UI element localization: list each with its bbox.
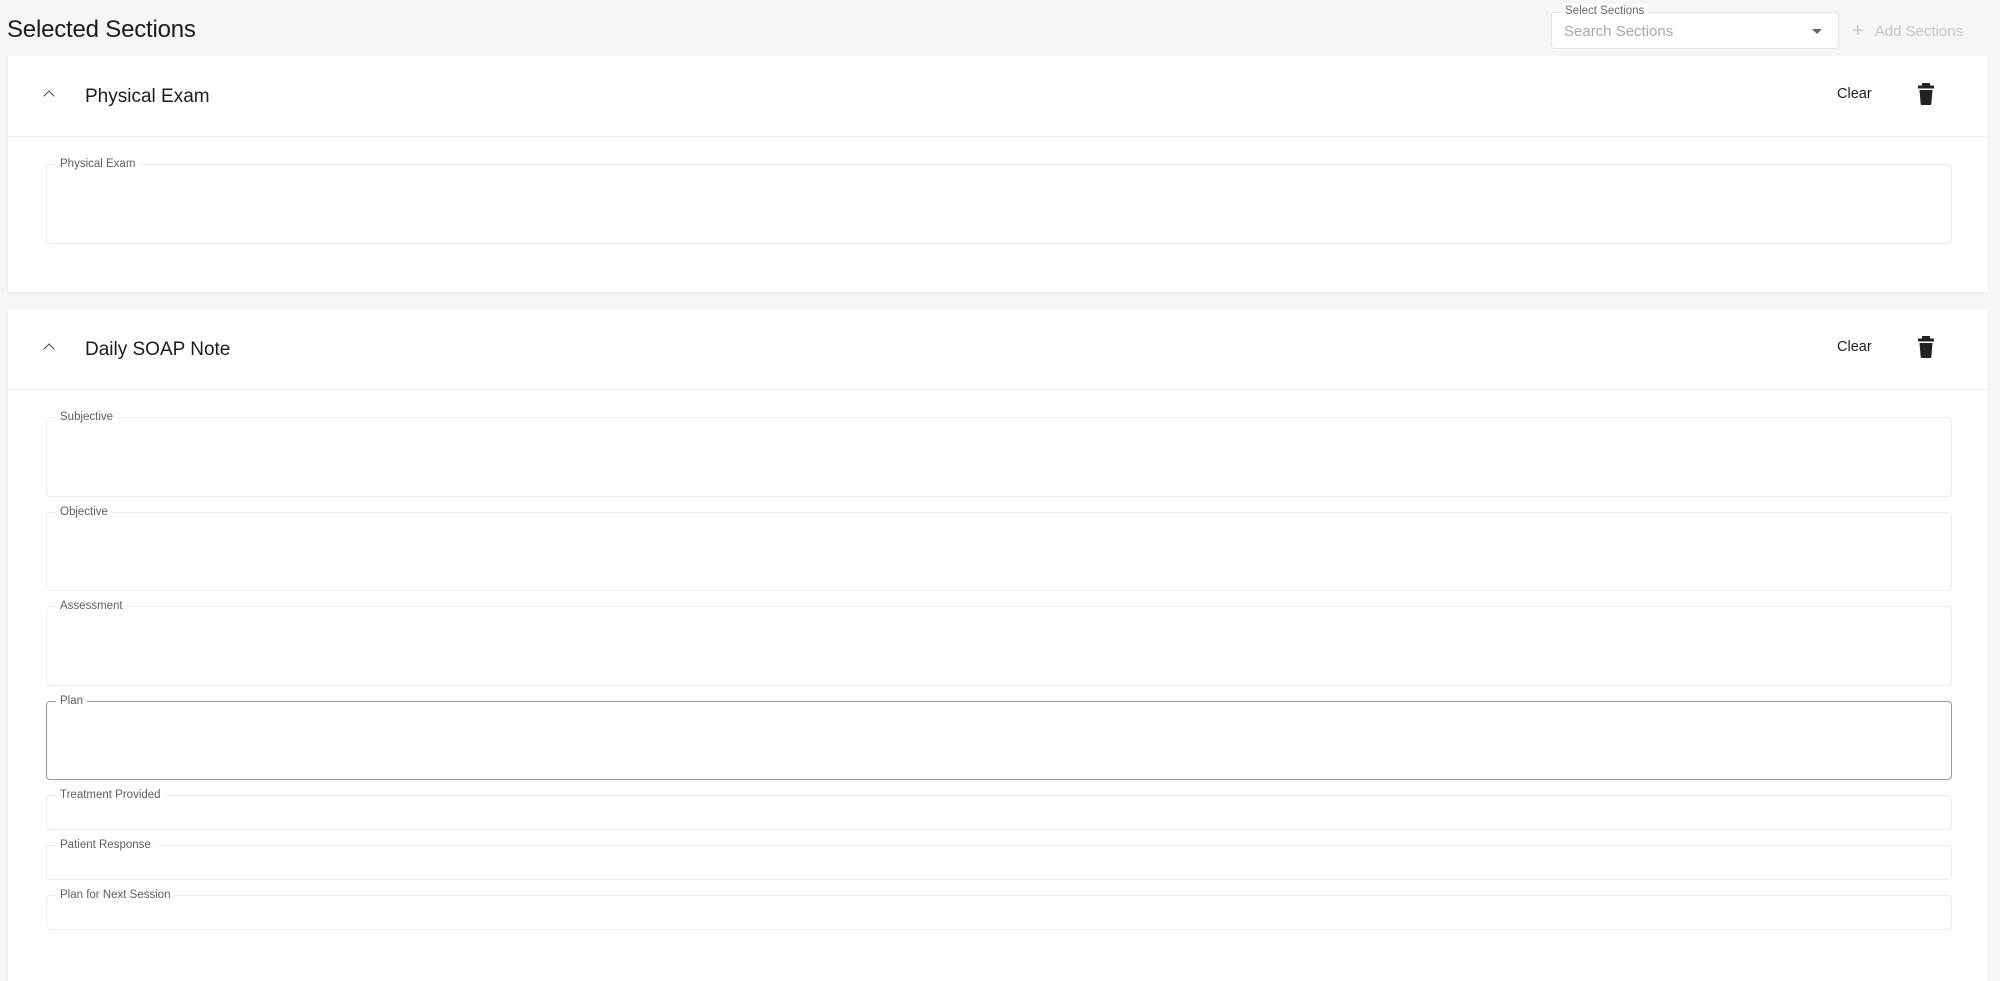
plus-icon: + — [1852, 20, 1864, 42]
plan-field[interactable]: Plan — [46, 694, 1952, 780]
section-card-daily-soap-note: Daily SOAP Note Clear Subjective Objecti… — [8, 309, 1988, 981]
clear-button[interactable]: Clear — [1837, 339, 1872, 355]
treatment-provided-field[interactable]: Treatment Provided — [46, 788, 1952, 830]
section-search-input[interactable]: Search Sections — [1564, 23, 1673, 40]
section-select-label: Select Sections — [1562, 4, 1648, 18]
field-label: Subjective — [56, 410, 118, 424]
chevron-up-icon[interactable] — [43, 90, 55, 102]
section-card-header: Physical Exam Clear — [8, 56, 1988, 137]
add-sections-button[interactable]: + Add Sections — [1852, 20, 1963, 42]
field-label: Objective — [56, 505, 112, 519]
field-label: Treatment Provided — [56, 788, 165, 802]
top-bar: Selected Sections Select Sections Search… — [0, 0, 2000, 56]
page-title: Selected Sections — [7, 16, 196, 43]
caret-down-icon[interactable] — [1812, 29, 1822, 34]
section-select[interactable]: Select Sections Search Sections — [1551, 4, 1839, 49]
section-card-physical-exam: Physical Exam Clear Physical Exam — [8, 56, 1988, 292]
patient-response-field[interactable]: Patient Response — [46, 838, 1952, 880]
trash-icon[interactable] — [1916, 336, 1936, 358]
field-label: Patient Response — [56, 838, 155, 852]
objective-field[interactable]: Objective — [46, 505, 1952, 591]
section-title: Daily SOAP Note — [85, 339, 231, 360]
section-card-header: Daily SOAP Note Clear — [8, 309, 1988, 390]
field-label: Plan — [56, 694, 88, 708]
clear-button[interactable]: Clear — [1837, 86, 1872, 102]
field-label: Physical Exam — [56, 157, 140, 171]
subjective-field[interactable]: Subjective — [46, 410, 1952, 497]
plan-for-next-session-field[interactable]: Plan for Next Session — [46, 888, 1952, 930]
section-title: Physical Exam — [85, 86, 210, 107]
field-label: Plan for Next Session — [56, 888, 175, 902]
field-label: Assessment — [56, 599, 127, 613]
trash-icon[interactable] — [1916, 83, 1936, 105]
assessment-field[interactable]: Assessment — [46, 599, 1952, 686]
chevron-up-icon[interactable] — [43, 343, 55, 355]
physical-exam-field[interactable]: Physical Exam — [46, 157, 1952, 244]
add-sections-label: Add Sections — [1874, 22, 1964, 40]
